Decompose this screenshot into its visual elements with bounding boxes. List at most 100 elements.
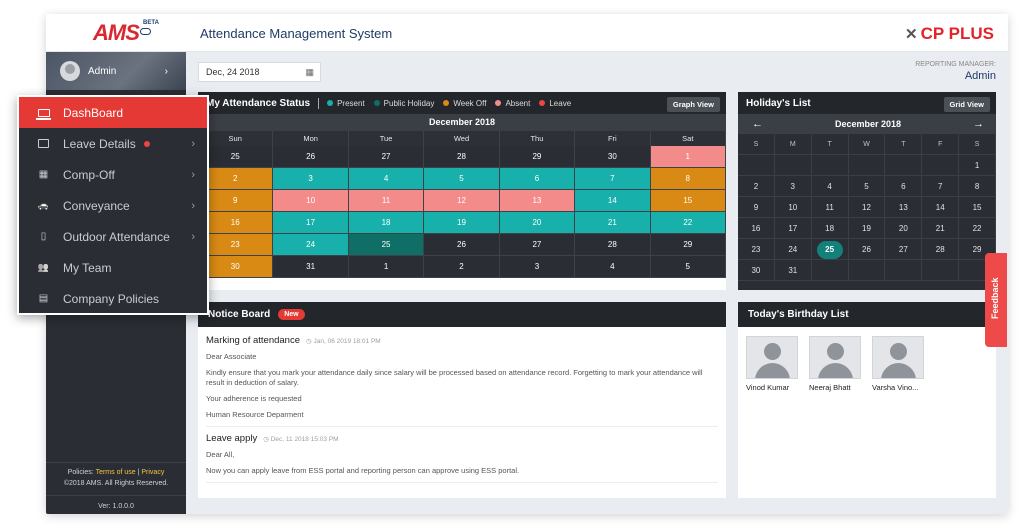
terms-link[interactable]: Terms of use (96, 469, 136, 476)
birthday-person[interactable]: Vinod Kumar (746, 336, 798, 392)
arrow-right-icon[interactable]: → (973, 118, 984, 130)
holiday-day[interactable]: 5 (848, 176, 886, 197)
holiday-day[interactable]: 14 (922, 197, 960, 218)
notice-title-text: Marking of attendance (206, 335, 301, 346)
calendar-day[interactable]: 20 (499, 212, 576, 234)
holiday-day[interactable]: 7 (922, 176, 960, 197)
holiday-day[interactable]: 3 (774, 176, 812, 197)
holiday-day[interactable]: 10 (774, 197, 812, 218)
calendar-day[interactable]: 22 (650, 212, 726, 234)
holiday-day[interactable]: 18 (811, 218, 849, 239)
menu-item-leave-details[interactable]: Leave Details › (19, 128, 207, 159)
calendar-day[interactable]: 26 (273, 146, 349, 168)
calendar-day[interactable]: 28 (424, 146, 500, 168)
calendar-day[interactable]: 29 (650, 234, 726, 256)
notice-title[interactable]: Leave apply ◷ Dec, 11 2018 15:03 PM (206, 433, 718, 444)
date-picker[interactable]: Dec, 24 2018 ▦ (198, 62, 321, 82)
grid-view-button[interactable]: Grid View (943, 97, 990, 112)
holiday-day[interactable]: 31 (774, 260, 812, 281)
holiday-day[interactable]: 1 (959, 155, 996, 176)
weekday-header: T (885, 134, 923, 155)
calendar-day[interactable]: 13 (499, 190, 576, 212)
menu-item-comp-off[interactable]: ▦ Comp-Off › (19, 159, 207, 190)
calendar-day[interactable]: 1 (650, 146, 726, 168)
legend-label: Absent (505, 98, 531, 108)
menu-item-my-team[interactable]: 👥 My Team (19, 252, 207, 283)
calendar-day[interactable]: 3 (273, 168, 349, 190)
menu-item-company-policies[interactable]: ▤ Company Policies (19, 283, 207, 314)
calendar-day[interactable]: 27 (348, 146, 425, 168)
calendar-day[interactable]: 10 (273, 190, 349, 212)
calendar-day[interactable]: 11 (348, 190, 425, 212)
holiday-day[interactable]: 24 (774, 239, 812, 260)
calendar-day[interactable]: 6 (499, 168, 576, 190)
menu-item-dashboard[interactable]: DashBoard (19, 97, 207, 128)
calendar-day[interactable]: 27 (499, 234, 576, 256)
calendar-day[interactable]: 5 (424, 168, 500, 190)
calendar-day[interactable]: 29 (499, 146, 576, 168)
holiday-day[interactable]: 19 (848, 218, 886, 239)
calendar-day[interactable]: 9 (198, 190, 274, 212)
notice-paragraph: Kindly ensure that you mark your attenda… (206, 368, 703, 387)
holiday-day[interactable]: 9 (738, 197, 775, 218)
calendar-day[interactable]: 16 (198, 212, 274, 234)
calendar-day[interactable]: 4 (348, 168, 425, 190)
calendar-day[interactable]: 28 (575, 234, 651, 256)
holiday-day[interactable]: 17 (774, 218, 812, 239)
holiday-day[interactable]: 25 (811, 239, 849, 260)
birthday-person[interactable]: Varsha Vino... (872, 336, 924, 392)
calendar-day[interactable]: 1 (348, 256, 425, 278)
holiday-day[interactable]: 28 (922, 239, 960, 260)
holiday-day[interactable]: 26 (848, 239, 886, 260)
holiday-day[interactable]: 4 (811, 176, 849, 197)
calendar-day[interactable]: 18 (348, 212, 425, 234)
menu-item-conveyance[interactable]: 🚗 Conveyance › (19, 190, 207, 221)
calendar-day[interactable]: 12 (424, 190, 500, 212)
calendar-day[interactable]: 24 (273, 234, 349, 256)
privacy-link[interactable]: Privacy (141, 469, 164, 476)
calendar-day[interactable]: 2 (424, 256, 500, 278)
holiday-day[interactable]: 22 (959, 218, 996, 239)
arrow-left-icon[interactable]: ← (752, 118, 763, 130)
birthday-person[interactable]: Neeraj Bhatt (809, 336, 861, 392)
calendar-day[interactable]: 30 (575, 146, 651, 168)
calendar-day[interactable]: 25 (348, 234, 425, 256)
calendar-day[interactable]: 19 (424, 212, 500, 234)
holiday-day[interactable]: 30 (738, 260, 775, 281)
feedback-tab[interactable]: Feedback (985, 253, 1007, 347)
ams-logo[interactable]: AMS BETA (46, 14, 186, 52)
legend-label: Leave (549, 98, 572, 108)
document-icon: ▤ (38, 293, 49, 304)
calendar-day[interactable]: 7 (575, 168, 651, 190)
holiday-day[interactable]: 2 (738, 176, 775, 197)
holiday-day[interactable]: 16 (738, 218, 775, 239)
calendar-day[interactable]: 8 (650, 168, 726, 190)
holiday-day[interactable]: 8 (959, 176, 996, 197)
calendar-day[interactable]: 21 (575, 212, 651, 234)
holiday-day[interactable]: 21 (922, 218, 960, 239)
calendar-day[interactable]: 3 (499, 256, 576, 278)
holiday-day[interactable]: 27 (885, 239, 923, 260)
holiday-day[interactable]: 13 (885, 197, 923, 218)
menu-item-outdoor-attendance[interactable]: ▯ Outdoor Attendance › (19, 221, 207, 252)
holiday-day[interactable]: 23 (738, 239, 775, 260)
calendar-day[interactable]: 2 (198, 168, 274, 190)
holiday-day[interactable]: 15 (959, 197, 996, 218)
holiday-day[interactable]: 20 (885, 218, 923, 239)
calendar-day[interactable]: 14 (575, 190, 651, 212)
notice-title[interactable]: Marking of attendance ◷ Jan, 06 2019 18:0… (206, 335, 718, 346)
holiday-day[interactable]: 11 (811, 197, 849, 218)
holiday-day[interactable]: 12 (848, 197, 886, 218)
calendar-day[interactable]: 31 (273, 256, 349, 278)
user-profile[interactable]: Admin › (46, 52, 186, 90)
calendar-day[interactable]: 17 (273, 212, 349, 234)
graph-view-button[interactable]: Graph View (666, 97, 720, 112)
holiday-day[interactable]: 6 (885, 176, 923, 197)
calendar-day[interactable]: 4 (575, 256, 651, 278)
calendar-day[interactable]: 26 (424, 234, 500, 256)
calendar-day[interactable]: 23 (198, 234, 274, 256)
calendar-day[interactable]: 5 (650, 256, 726, 278)
calendar-day[interactable]: 25 (198, 146, 274, 168)
calendar-day[interactable]: 15 (650, 190, 726, 212)
calendar-day[interactable]: 30 (198, 256, 274, 278)
